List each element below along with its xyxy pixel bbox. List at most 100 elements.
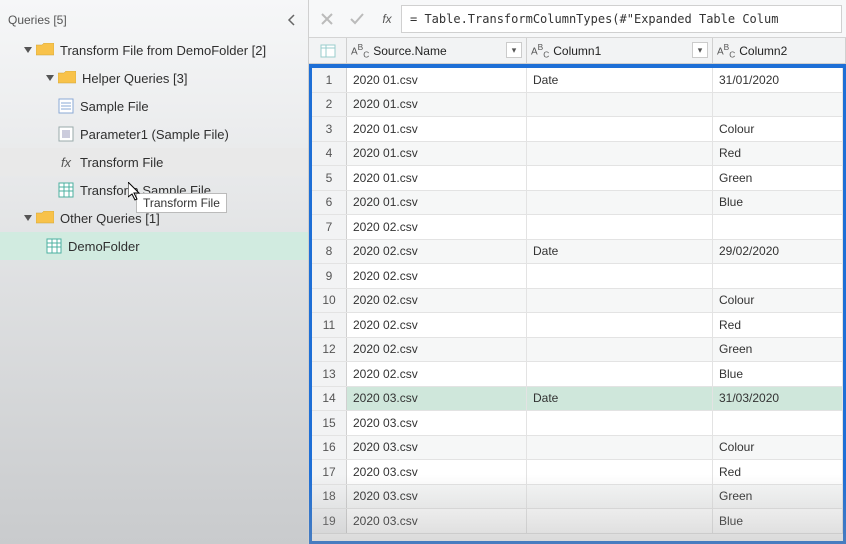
cell-source-name[interactable]: 2020 03.csv	[347, 460, 527, 484]
tree-group-transform-folder[interactable]: Transform File from DemoFolder [2]	[0, 36, 308, 64]
cell-column2[interactable]: 29/02/2020	[713, 240, 843, 264]
table-row[interactable]: 112020 02.csv Red	[312, 313, 843, 338]
select-all-corner[interactable]	[309, 38, 347, 63]
cell-source-name[interactable]: 2020 01.csv	[347, 191, 527, 215]
cell-column2[interactable]: Red	[713, 313, 843, 337]
filter-button[interactable]: ▾	[506, 42, 522, 58]
cell-column2[interactable]	[713, 93, 843, 117]
cell-column1[interactable]	[527, 191, 713, 215]
cell-column1[interactable]	[527, 142, 713, 166]
table-row[interactable]: 92020 02.csv	[312, 264, 843, 289]
row-index[interactable]: 5	[312, 166, 347, 190]
table-row[interactable]: 132020 02.csv Blue	[312, 362, 843, 387]
tree-item-parameter1[interactable]: Parameter1 (Sample File)	[0, 120, 308, 148]
table-row[interactable]: 122020 02.csvGreen	[312, 338, 843, 363]
row-index[interactable]: 17	[312, 460, 347, 484]
table-row[interactable]: 72020 02.csv	[312, 215, 843, 240]
fx-label[interactable]: fx	[373, 12, 401, 26]
table-row[interactable]: 82020 02.csvDate29/02/2020	[312, 240, 843, 265]
cell-column2[interactable]: Green	[713, 166, 843, 190]
cell-source-name[interactable]: 2020 01.csv	[347, 142, 527, 166]
row-index[interactable]: 10	[312, 289, 347, 313]
formula-input[interactable]: = Table.TransformColumnTypes(#"Expanded …	[401, 5, 842, 33]
row-index[interactable]: 6	[312, 191, 347, 215]
cell-column2[interactable]: Green	[713, 338, 843, 362]
table-row[interactable]: 32020 01.csvColour	[312, 117, 843, 142]
cell-source-name[interactable]: 2020 02.csv	[347, 362, 527, 386]
table-row[interactable]: 12020 01.csvDate31/01/2020	[312, 68, 843, 93]
cell-source-name[interactable]: 2020 03.csv	[347, 509, 527, 533]
table-row[interactable]: 62020 01.csv Blue	[312, 191, 843, 216]
cell-column2[interactable]: 31/03/2020	[713, 387, 843, 411]
row-index[interactable]: 3	[312, 117, 347, 141]
cell-column2[interactable]	[713, 215, 843, 239]
filter-button[interactable]: ▾	[692, 42, 708, 58]
cell-column1[interactable]	[527, 485, 713, 509]
cell-column1[interactable]: Date	[527, 387, 713, 411]
cell-source-name[interactable]: 2020 02.csv	[347, 240, 527, 264]
table-row[interactable]: 182020 03.csv Green	[312, 485, 843, 510]
cell-column2[interactable]: Red	[713, 460, 843, 484]
table-row[interactable]: 42020 01.csv Red	[312, 142, 843, 167]
row-index[interactable]: 2	[312, 93, 347, 117]
cell-column1[interactable]	[527, 460, 713, 484]
cell-column1[interactable]: Date	[527, 68, 713, 92]
row-index[interactable]: 19	[312, 509, 347, 533]
row-index[interactable]: 12	[312, 338, 347, 362]
cell-column1[interactable]	[527, 215, 713, 239]
row-index[interactable]: 11	[312, 313, 347, 337]
cell-source-name[interactable]: 2020 01.csv	[347, 117, 527, 141]
cell-column2[interactable]: 31/01/2020	[713, 68, 843, 92]
cell-source-name[interactable]: 2020 03.csv	[347, 485, 527, 509]
grid-body[interactable]: 12020 01.csvDate31/01/202022020 01.csv32…	[309, 64, 846, 544]
cell-column1[interactable]	[527, 93, 713, 117]
cell-column1[interactable]	[527, 362, 713, 386]
collapse-panel-button[interactable]	[282, 10, 302, 30]
cell-source-name[interactable]: 2020 02.csv	[347, 264, 527, 288]
row-index[interactable]: 18	[312, 485, 347, 509]
cell-column2[interactable]	[713, 264, 843, 288]
cell-column2[interactable]: Blue	[713, 362, 843, 386]
table-row[interactable]: 52020 01.csv Green	[312, 166, 843, 191]
table-row[interactable]: 152020 03.csv	[312, 411, 843, 436]
collapse-icon[interactable]	[44, 73, 56, 83]
cell-column1[interactable]	[527, 338, 713, 362]
cell-source-name[interactable]: 2020 02.csv	[347, 215, 527, 239]
cell-column1[interactable]	[527, 166, 713, 190]
cell-column2[interactable]: Red	[713, 142, 843, 166]
cell-source-name[interactable]: 2020 01.csv	[347, 166, 527, 190]
table-row[interactable]: 22020 01.csv	[312, 93, 843, 118]
cell-column1[interactable]	[527, 411, 713, 435]
cell-column2[interactable]: Green	[713, 485, 843, 509]
column-header-column1[interactable]: ABC Column1 ▾	[527, 38, 713, 63]
cell-source-name[interactable]: 2020 02.csv	[347, 289, 527, 313]
cell-column1[interactable]	[527, 264, 713, 288]
table-row[interactable]: 172020 03.csv Red	[312, 460, 843, 485]
cell-source-name[interactable]: 2020 01.csv	[347, 93, 527, 117]
table-row[interactable]: 192020 03.csvBlue	[312, 509, 843, 534]
cell-column1[interactable]	[527, 313, 713, 337]
row-index[interactable]: 7	[312, 215, 347, 239]
cell-source-name[interactable]: 2020 03.csv	[347, 387, 527, 411]
tree-item-sample-file[interactable]: Sample File	[0, 92, 308, 120]
cell-column1[interactable]	[527, 509, 713, 533]
cell-source-name[interactable]: 2020 03.csv	[347, 411, 527, 435]
row-index[interactable]: 8	[312, 240, 347, 264]
collapse-icon[interactable]	[22, 213, 34, 223]
confirm-formula-button[interactable]	[343, 5, 371, 33]
cell-source-name[interactable]: 2020 02.csv	[347, 313, 527, 337]
row-index[interactable]: 14	[312, 387, 347, 411]
cell-source-name[interactable]: 2020 03.csv	[347, 436, 527, 460]
row-index[interactable]: 13	[312, 362, 347, 386]
collapse-icon[interactable]	[22, 45, 34, 55]
cell-column2[interactable]: Blue	[713, 191, 843, 215]
cell-source-name[interactable]: 2020 01.csv	[347, 68, 527, 92]
table-row[interactable]: 102020 02.csvColour	[312, 289, 843, 314]
cancel-formula-button[interactable]	[313, 5, 341, 33]
cell-column1[interactable]: Date	[527, 240, 713, 264]
row-index[interactable]: 16	[312, 436, 347, 460]
table-row[interactable]: 162020 03.csvColour	[312, 436, 843, 461]
cell-column2[interactable]	[713, 411, 843, 435]
cell-column1[interactable]	[527, 436, 713, 460]
row-index[interactable]: 4	[312, 142, 347, 166]
